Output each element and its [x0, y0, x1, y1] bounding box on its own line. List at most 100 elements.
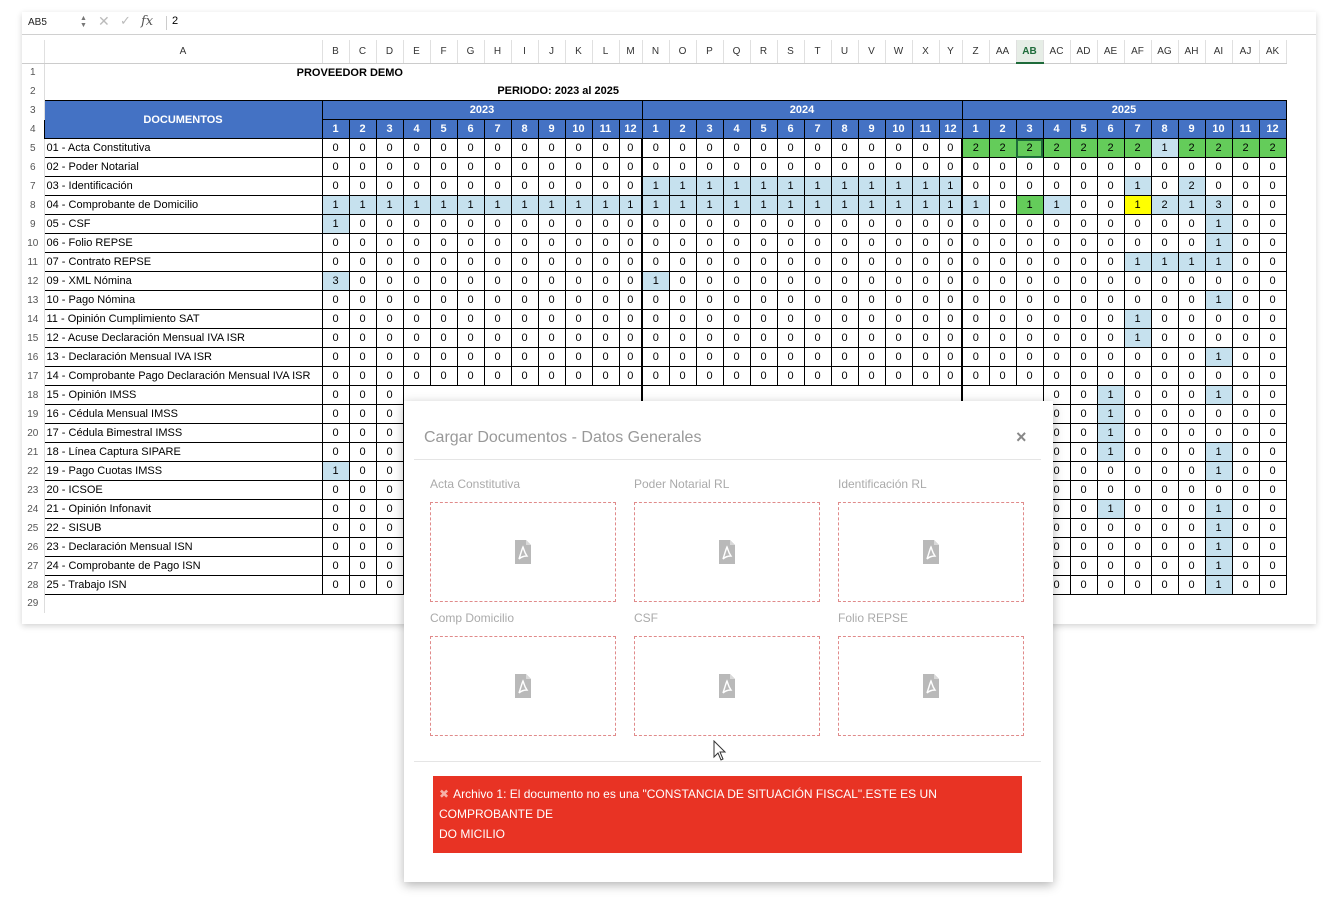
value-cell[interactable]: 0	[348, 347, 377, 367]
value-cell[interactable]: 0	[1258, 157, 1287, 177]
value-cell[interactable]: 0	[348, 366, 377, 386]
cell[interactable]	[669, 63, 696, 82]
value-cell[interactable]: 0	[1123, 385, 1152, 405]
value-cell[interactable]: 0	[456, 328, 485, 348]
value-cell[interactable]: 0	[961, 290, 990, 310]
document-name[interactable]: 04 - Comprobante de Domicilio	[43, 195, 323, 215]
value-cell[interactable]: 0	[803, 233, 832, 253]
cell[interactable]	[696, 63, 723, 82]
value-cell[interactable]: 0	[591, 309, 620, 329]
value-cell[interactable]: 2	[1204, 138, 1233, 158]
value-cell[interactable]: 0	[641, 290, 670, 310]
value-cell[interactable]: 0	[1258, 556, 1287, 576]
value-cell[interactable]: 0	[1069, 385, 1098, 405]
value-cell[interactable]: 0	[884, 347, 913, 367]
value-cell[interactable]: 0	[1069, 347, 1098, 367]
cell[interactable]	[1205, 63, 1232, 82]
value-cell[interactable]: 1	[1042, 195, 1071, 215]
value-cell[interactable]: 1	[618, 195, 643, 215]
value-cell[interactable]: 0	[1015, 252, 1044, 272]
value-cell[interactable]: 1	[722, 176, 751, 196]
column-header[interactable]: O	[669, 40, 697, 64]
value-cell[interactable]: 0	[348, 537, 377, 557]
value-cell[interactable]: 0	[776, 328, 805, 348]
document-name[interactable]: 11 - Opinión Cumplimiento SAT	[43, 309, 323, 329]
value-cell[interactable]: 0	[1231, 366, 1260, 386]
value-cell[interactable]: 0	[591, 214, 620, 234]
value-cell[interactable]: 0	[776, 309, 805, 329]
insert-function-icon[interactable]: fx	[141, 14, 153, 29]
value-cell[interactable]: 0	[1042, 290, 1071, 310]
value-cell[interactable]: 0	[668, 328, 697, 348]
value-cell[interactable]: 0	[1015, 328, 1044, 348]
cell[interactable]	[565, 63, 592, 82]
value-cell[interactable]: 0	[1069, 556, 1098, 576]
value-cell[interactable]: 0	[1015, 233, 1044, 253]
value-cell[interactable]: 0	[830, 328, 859, 348]
cell[interactable]	[858, 63, 885, 82]
value-cell[interactable]: 1	[1123, 252, 1152, 272]
value-cell[interactable]: 2	[1150, 195, 1179, 215]
document-name[interactable]: 05 - CSF	[43, 214, 323, 234]
value-cell[interactable]: 0	[857, 214, 886, 234]
cell[interactable]	[1232, 63, 1259, 82]
value-cell[interactable]: 1	[961, 195, 990, 215]
value-cell[interactable]: 0	[375, 366, 404, 386]
column-header[interactable]: Y	[939, 40, 963, 64]
value-cell[interactable]: 1	[321, 195, 350, 215]
document-name[interactable]: 23 - Declaración Mensual ISN	[43, 537, 323, 557]
value-cell[interactable]: 0	[803, 309, 832, 329]
cell[interactable]	[989, 63, 1016, 82]
value-cell[interactable]: 1	[1204, 537, 1233, 557]
value-cell[interactable]: 0	[830, 138, 859, 158]
value-cell[interactable]: 1	[1096, 423, 1125, 443]
column-header[interactable]: K	[565, 40, 593, 64]
cell[interactable]	[939, 63, 962, 82]
row-header[interactable]: 5	[22, 138, 45, 158]
value-cell[interactable]: 0	[695, 233, 724, 253]
value-cell[interactable]: 1	[1204, 385, 1233, 405]
value-cell[interactable]: 0	[695, 214, 724, 234]
column-header[interactable]: AB	[1016, 40, 1044, 64]
cell[interactable]	[538, 63, 565, 82]
value-cell[interactable]: 0	[1204, 157, 1233, 177]
cell[interactable]	[912, 82, 939, 101]
value-cell[interactable]: 0	[375, 556, 404, 576]
value-cell[interactable]: 0	[564, 157, 593, 177]
value-cell[interactable]: 0	[1069, 404, 1098, 424]
value-cell[interactable]: 0	[564, 347, 593, 367]
value-cell[interactable]: 0	[1258, 290, 1287, 310]
cell[interactable]	[1232, 82, 1259, 101]
value-cell[interactable]: 0	[911, 328, 940, 348]
document-name[interactable]: 14 - Comprobante Pago Declaración Mensua…	[43, 366, 323, 386]
value-cell[interactable]: 0	[564, 252, 593, 272]
value-cell[interactable]: 0	[429, 176, 458, 196]
value-cell[interactable]: 1	[884, 176, 913, 196]
column-header[interactable]: E	[403, 40, 431, 64]
value-cell[interactable]: 0	[456, 252, 485, 272]
column-header[interactable]: R	[750, 40, 778, 64]
value-cell[interactable]: 1	[776, 195, 805, 215]
value-cell[interactable]: 0	[1069, 233, 1098, 253]
value-cell[interactable]: 1	[321, 461, 350, 481]
cell[interactable]	[619, 63, 642, 82]
document-name[interactable]: 13 - Declaración Mensual IVA ISR	[43, 347, 323, 367]
value-cell[interactable]: 0	[1150, 328, 1179, 348]
value-cell[interactable]: 0	[1258, 252, 1287, 272]
value-cell[interactable]: 0	[1231, 328, 1260, 348]
value-cell[interactable]: 0	[1258, 347, 1287, 367]
document-name[interactable]: 19 - Pago Cuotas IMSS	[43, 461, 323, 481]
value-cell[interactable]: 0	[1015, 157, 1044, 177]
value-cell[interactable]: 1	[375, 195, 404, 215]
value-cell[interactable]: 0	[776, 347, 805, 367]
value-cell[interactable]: 0	[911, 157, 940, 177]
document-name[interactable]: 21 - Opinión Infonavit	[43, 499, 323, 519]
value-cell[interactable]: 0	[1231, 214, 1260, 234]
value-cell[interactable]: 0	[1150, 499, 1179, 519]
value-cell[interactable]: 0	[722, 309, 751, 329]
value-cell[interactable]: 1	[668, 195, 697, 215]
value-cell[interactable]: 0	[1177, 366, 1206, 386]
cell[interactable]	[1178, 63, 1205, 82]
value-cell[interactable]: 0	[429, 157, 458, 177]
month-header[interactable]: 2	[668, 119, 697, 139]
